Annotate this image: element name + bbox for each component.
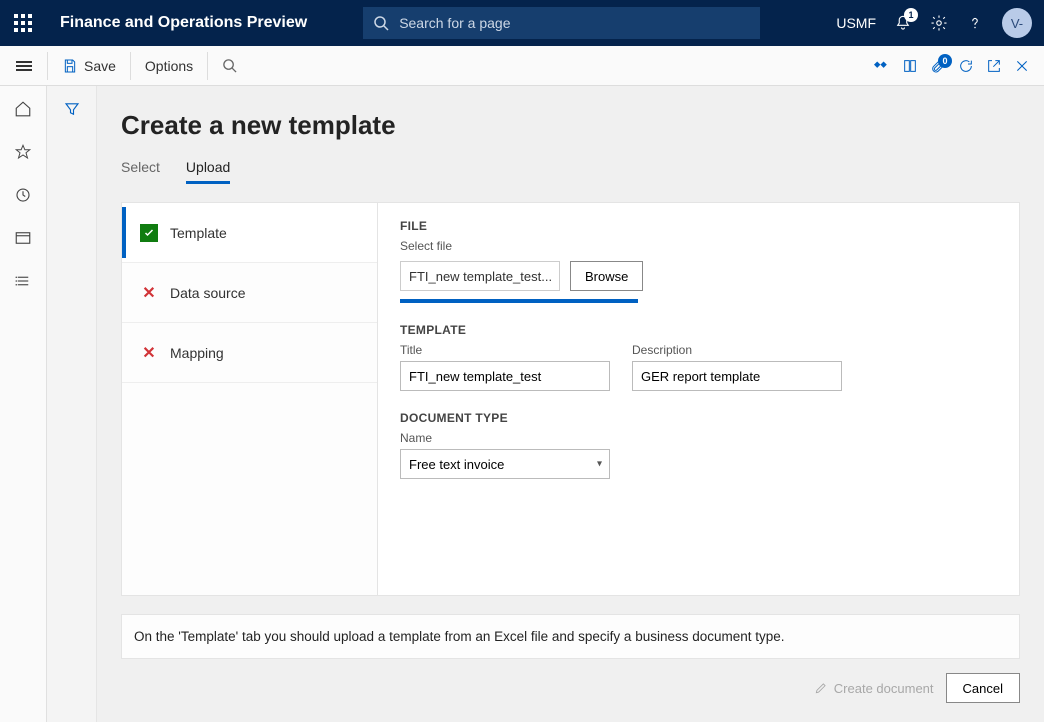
popout-button[interactable] bbox=[986, 58, 1002, 74]
save-button[interactable]: Save bbox=[48, 58, 130, 74]
attachments-badge: 0 bbox=[938, 54, 952, 68]
doctype-section-header: DOCUMENT TYPE bbox=[400, 411, 997, 425]
home-nav[interactable] bbox=[14, 100, 32, 123]
hint-text: On the 'Template' tab you should upload … bbox=[121, 614, 1020, 659]
list-icon bbox=[14, 272, 32, 290]
browse-button[interactable]: Browse bbox=[570, 261, 643, 291]
gear-icon bbox=[930, 14, 948, 32]
home-icon bbox=[14, 100, 32, 118]
global-search[interactable]: Search for a page bbox=[363, 7, 760, 39]
cross-icon: ✕ bbox=[140, 344, 158, 362]
company-picker[interactable]: USMF bbox=[836, 15, 876, 31]
nav-toggle[interactable] bbox=[0, 46, 47, 86]
step-datasource[interactable]: ✕ Data source bbox=[122, 263, 377, 323]
step-mapping[interactable]: ✕ Mapping bbox=[122, 323, 377, 383]
diamond-icon bbox=[874, 58, 890, 74]
settings-button[interactable] bbox=[930, 14, 948, 32]
cancel-button[interactable]: Cancel bbox=[946, 673, 1020, 703]
notifications-badge: 1 bbox=[904, 8, 918, 22]
waffle-icon bbox=[14, 14, 32, 32]
check-icon bbox=[140, 224, 158, 242]
filter-button[interactable] bbox=[63, 100, 81, 722]
recent-nav[interactable] bbox=[14, 186, 32, 209]
help-button[interactable] bbox=[966, 14, 984, 32]
modules-nav[interactable] bbox=[14, 272, 32, 295]
workspaces-nav[interactable] bbox=[14, 229, 32, 252]
create-document-button[interactable]: Create document bbox=[814, 681, 934, 696]
tab-select[interactable]: Select bbox=[121, 159, 160, 184]
filter-icon bbox=[63, 100, 81, 118]
create-document-label: Create document bbox=[834, 681, 934, 696]
search-placeholder: Search for a page bbox=[399, 15, 510, 31]
doctype-select[interactable] bbox=[400, 449, 610, 479]
search-icon bbox=[222, 58, 237, 73]
close-button[interactable] bbox=[1014, 58, 1030, 74]
close-icon bbox=[1014, 58, 1030, 74]
refresh-button[interactable] bbox=[958, 58, 974, 74]
step-datasource-label: Data source bbox=[170, 285, 245, 301]
save-icon bbox=[62, 58, 78, 74]
options-label: Options bbox=[145, 58, 193, 74]
step-mapping-label: Mapping bbox=[170, 345, 224, 361]
notifications-button[interactable]: 1 bbox=[894, 14, 912, 32]
toolbar-search-button[interactable] bbox=[208, 58, 251, 73]
options-button[interactable]: Options bbox=[131, 58, 207, 74]
select-file-label: Select file bbox=[400, 239, 997, 253]
title-label: Title bbox=[400, 343, 610, 357]
user-avatar[interactable]: V- bbox=[1002, 8, 1032, 38]
file-section-header: FILE bbox=[400, 219, 997, 233]
book-icon bbox=[902, 58, 918, 74]
refresh-icon bbox=[958, 58, 974, 74]
personalize-button[interactable] bbox=[874, 58, 890, 74]
save-label: Save bbox=[84, 58, 116, 74]
page-options-button[interactable] bbox=[902, 58, 918, 74]
cross-icon: ✕ bbox=[140, 284, 158, 302]
app-launcher[interactable] bbox=[0, 0, 46, 46]
step-template[interactable]: Template bbox=[122, 203, 377, 263]
app-title: Finance and Operations Preview bbox=[46, 14, 307, 32]
step-template-label: Template bbox=[170, 225, 227, 241]
selected-filename: FTI_new template_test... bbox=[400, 261, 560, 291]
description-label: Description bbox=[632, 343, 842, 357]
description-input[interactable] bbox=[632, 361, 842, 391]
favorites-nav[interactable] bbox=[14, 143, 32, 166]
popout-icon bbox=[986, 58, 1002, 74]
pencil-icon bbox=[814, 681, 828, 695]
hamburger-icon bbox=[16, 59, 32, 73]
upload-progress bbox=[400, 299, 638, 303]
template-section-header: TEMPLATE bbox=[400, 323, 997, 337]
search-icon bbox=[373, 15, 389, 31]
doctype-name-label: Name bbox=[400, 431, 997, 445]
page-title: Create a new template bbox=[121, 110, 1020, 141]
tab-upload[interactable]: Upload bbox=[186, 159, 230, 184]
title-input[interactable] bbox=[400, 361, 610, 391]
attachments-button[interactable]: 0 bbox=[930, 58, 946, 74]
workspace-icon bbox=[14, 229, 32, 247]
star-icon bbox=[14, 143, 32, 161]
question-icon bbox=[966, 14, 984, 32]
clock-icon bbox=[14, 186, 32, 204]
